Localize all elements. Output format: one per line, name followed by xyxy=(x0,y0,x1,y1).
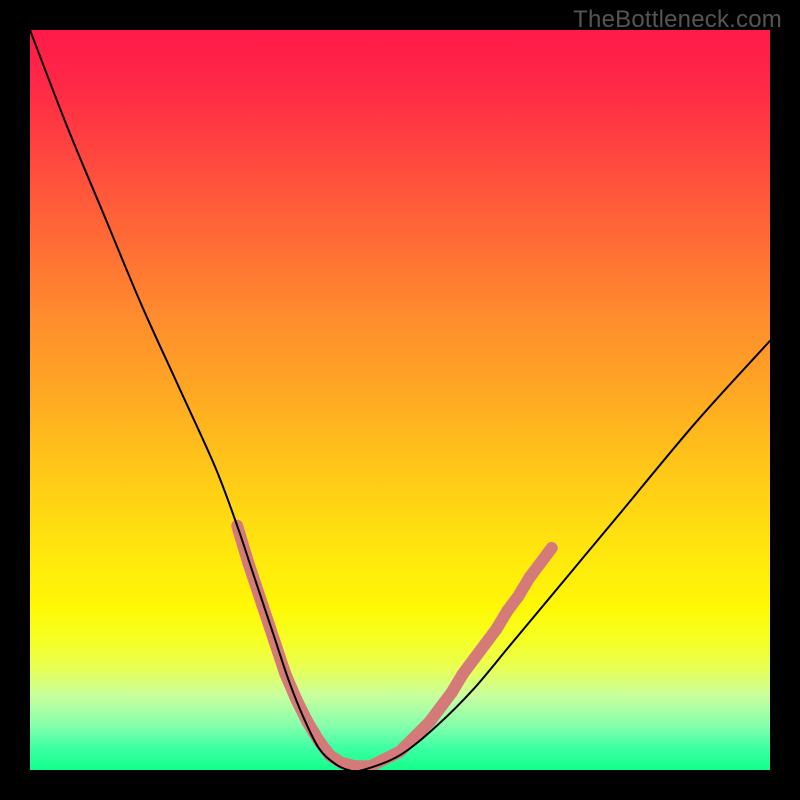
highlight-band xyxy=(237,526,552,767)
plot-area xyxy=(30,30,770,770)
highlight-segment xyxy=(248,563,263,607)
bottleneck-curve xyxy=(30,30,770,770)
chart-frame: TheBottleneck.com xyxy=(0,0,800,800)
highlight-segment xyxy=(541,548,552,563)
watermark-label: TheBottleneck.com xyxy=(573,6,782,34)
chart-svg xyxy=(30,30,770,770)
